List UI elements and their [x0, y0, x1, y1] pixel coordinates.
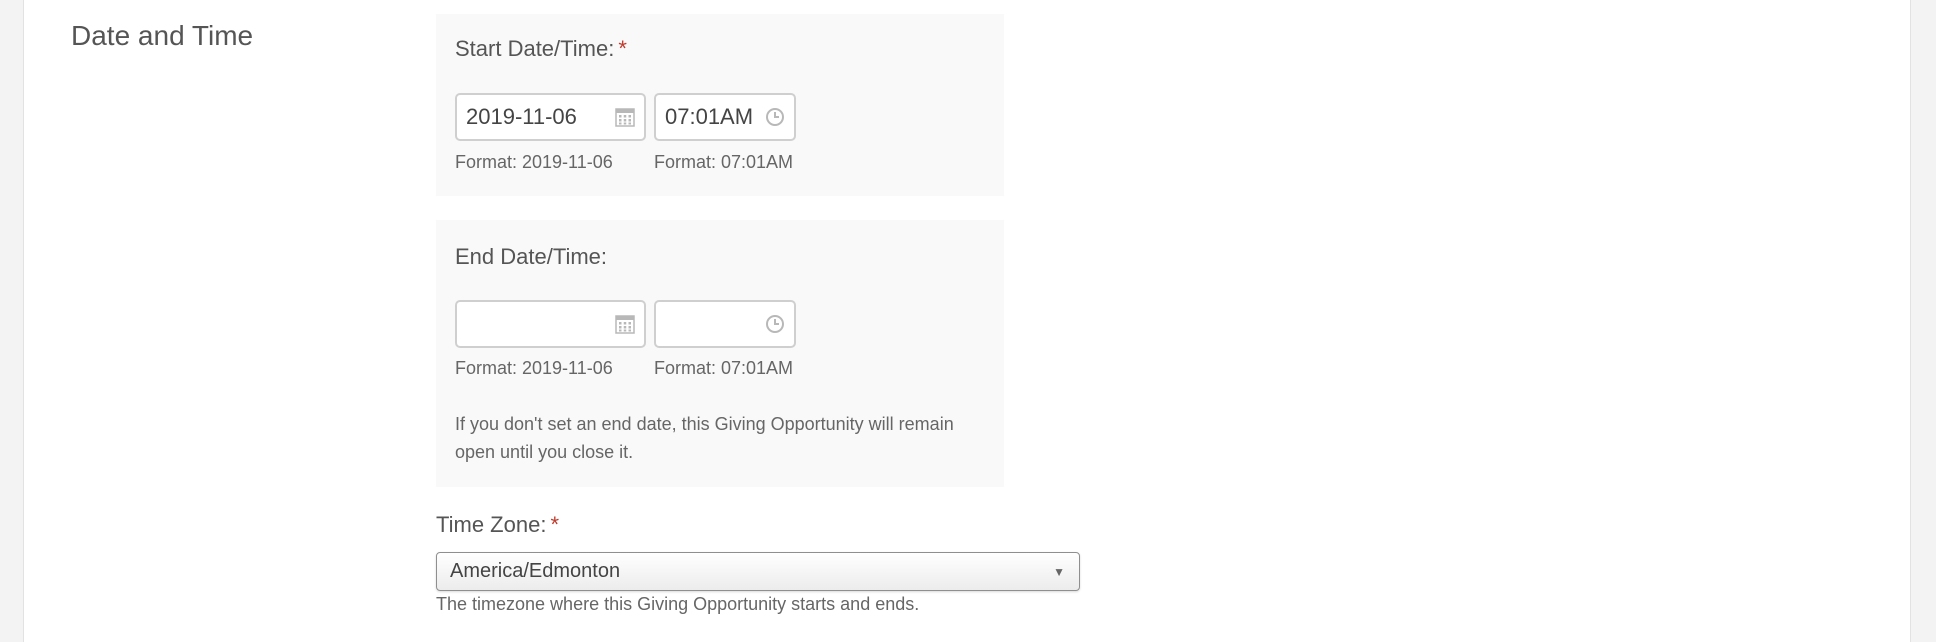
end-date-format: Format: 2019-11-06: [455, 358, 613, 378]
end-datetime-label: End Date/Time:: [455, 244, 608, 269]
start-date-input[interactable]: 2019-11-06: [455, 93, 646, 141]
start-time-format: Format: 07:01AM: [654, 152, 794, 172]
start-datetime-label: Start Date/Time: *: [455, 36, 627, 62]
start-datetime-label-text: Start Date/Time:: [455, 36, 615, 61]
end-datetime-panel: End Date/Time: Format: 2019-11-06 Format…: [436, 220, 1004, 487]
calendar-icon[interactable]: [615, 107, 635, 127]
section-title: Date and Time: [71, 20, 254, 51]
start-date-format: Format: 2019-11-06: [455, 152, 613, 172]
start-date-value: 2019-11-06: [466, 104, 577, 129]
calendar-icon[interactable]: [615, 314, 635, 334]
end-time-input[interactable]: [654, 300, 796, 348]
start-time-input[interactable]: 07:01AM: [654, 93, 796, 141]
start-time-value: 07:01AM: [665, 104, 754, 129]
timezone-label: Time Zone: *: [436, 512, 559, 538]
timezone-select[interactable]: America/Edmonton ▼: [436, 552, 1080, 591]
clock-icon[interactable]: [765, 314, 785, 334]
end-time-format: Format: 07:01AM: [654, 358, 794, 378]
clock-icon[interactable]: [765, 107, 785, 127]
timezone-help-text: The timezone where this Giving Opportuni…: [436, 594, 920, 614]
required-mark: *: [550, 512, 560, 537]
end-date-input[interactable]: [455, 300, 646, 348]
timezone-label-text: Time Zone:: [436, 512, 547, 537]
start-datetime-panel: Start Date/Time: * 2019-11-06 07:01AM Fo…: [436, 14, 1004, 196]
form-page: Date and Time Start Date/Time: * 2019-11-…: [23, 0, 1911, 642]
end-date-help-text: If you don't set an end date, this Givin…: [455, 414, 954, 462]
required-mark: *: [618, 36, 627, 61]
timezone-selected-value: America/Edmonton: [450, 560, 621, 582]
chevron-down-icon[interactable]: ▼: [1053, 565, 1065, 579]
